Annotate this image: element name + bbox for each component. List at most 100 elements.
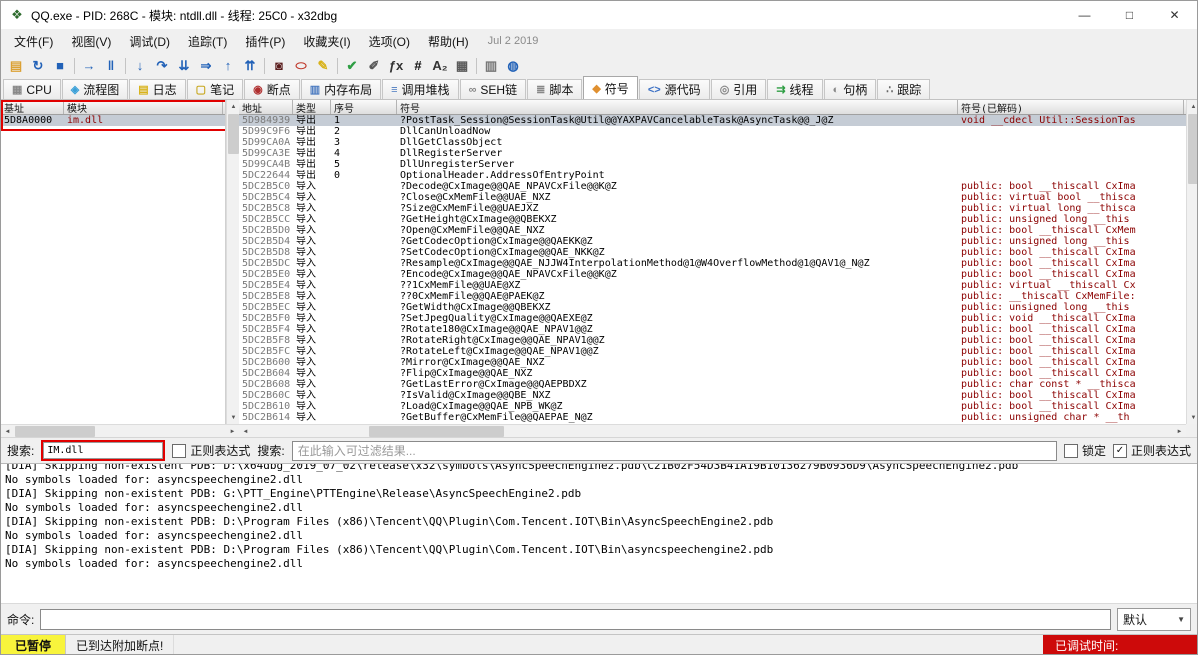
tab-graph[interactable]: ◈流程图 — [62, 79, 128, 99]
symbol-row[interactable]: 5DC2B5E4导入??1CxMemFile@@UAE@XZpublic: vi… — [239, 280, 1186, 291]
tab-script[interactable]: ≣脚本 — [527, 79, 582, 99]
symbol-row[interactable]: 5DC2B604导入?Flip@CxImage@@QAE_NXZpublic: … — [239, 368, 1186, 379]
pencil-icon[interactable]: ✐ — [363, 56, 385, 76]
column-header-type[interactable]: 类型 — [293, 100, 331, 114]
step-into-icon[interactable]: ↓ — [129, 56, 151, 76]
symbol-row[interactable]: 5DC2B5EC导入?GetWidth@CxImage@@QBEKXZpubli… — [239, 302, 1186, 313]
tab-handles[interactable]: ◐句柄 — [824, 79, 877, 99]
scrollbar-thumb[interactable] — [228, 114, 239, 154]
scylla-icon[interactable]: ◙ — [268, 56, 290, 76]
symbol-row[interactable]: 5D99CA0A导出3DllGetClassObject — [239, 137, 1186, 148]
symbol-row[interactable]: 5DC2B600导入?Mirror@CxImage@@QAE_NXZpublic… — [239, 357, 1186, 368]
symbol-row[interactable]: 5DC2B5C8导入?Size@CxMemFile@@UAEJXZpublic:… — [239, 203, 1186, 214]
maximize-button[interactable]: □ — [1107, 1, 1152, 29]
scroll-up-icon[interactable]: ▲ — [1187, 100, 1198, 113]
symbol-row[interactable]: 5DC2B5E0导入?Encode@CxImage@@QAE_NPAVCxFil… — [239, 269, 1186, 280]
minimize-button[interactable]: — — [1062, 1, 1107, 29]
symbol-vertical-scrollbar[interactable]: ▲ ▼ — [1186, 100, 1198, 424]
scrollbar-thumb[interactable] — [1188, 114, 1198, 184]
run-to-user-code-icon[interactable]: ⇈ — [239, 56, 261, 76]
menu-item-help[interactable]: 帮助(H) — [419, 30, 478, 53]
run-icon[interactable]: → — [78, 56, 100, 76]
symbol-row[interactable]: 5DC2B5F0导入?SetJpegQuality@CxImage@@QAEXE… — [239, 313, 1186, 324]
column-header-module[interactable]: 模块 — [64, 100, 223, 114]
symbol-row[interactable]: 5D984939导出1?PostTask_Session@SessionTask… — [239, 115, 1186, 126]
menu-item-view[interactable]: 视图(V) — [62, 30, 120, 53]
tab-call-stack[interactable]: ≡调用堆栈 — [382, 79, 458, 99]
tab-trace[interactable]: ∴跟踪 — [877, 79, 930, 99]
close-button[interactable]: ✕ — [1152, 1, 1197, 29]
symbol-row[interactable]: 5DC2B5FC导入?RotateLeft@CxImage@@QAE_NPAV1… — [239, 346, 1186, 357]
tab-breakpoints[interactable]: ◉断点 — [244, 79, 300, 99]
symbol-row[interactable]: 5DC2B5F4导入?Rotate180@CxImage@@QAE_NPAV1@… — [239, 324, 1186, 335]
tab-cpu[interactable]: ▦CPU — [3, 79, 61, 99]
column-header-sym[interactable]: 符号 — [397, 100, 958, 114]
symbol-horizontal-scrollbar[interactable]: ◄ ► — [239, 424, 1186, 437]
stop-icon[interactable]: ■ — [49, 56, 71, 76]
menu-item-favourites[interactable]: 收藏夹(I) — [294, 30, 359, 53]
symbol-row[interactable]: 5DC2B5CC导入?GetHeight@CxImage@@QBEKXZpubl… — [239, 214, 1186, 225]
animate-into-icon[interactable]: ⇊ — [173, 56, 195, 76]
tab-threads[interactable]: ⇉线程 — [767, 79, 822, 99]
memory-grid-icon[interactable]: ▥ — [480, 56, 502, 76]
symbol-row[interactable]: 5DC2B5D0导入?Open@CxMemFile@@QAE_NXZpublic… — [239, 225, 1186, 236]
symbol-row[interactable]: 5D99CA3E导出4DllRegisterServer — [239, 148, 1186, 159]
symbol-row[interactable]: 5DC2B5C4导入?Close@CxMemFile@@UAE_NXZpubli… — [239, 192, 1186, 203]
column-header-addr[interactable]: 地址 — [239, 100, 293, 114]
lock-checkbox[interactable] — [1064, 444, 1078, 458]
scrollbar-thumb[interactable] — [369, 426, 504, 437]
tab-source[interactable]: <>源代码 — [639, 79, 710, 99]
pause-icon[interactable]: ‖ — [100, 56, 122, 76]
tab-memory-map[interactable]: ▥内存布局 — [301, 79, 381, 99]
animate-over-icon[interactable]: ⇒ — [195, 56, 217, 76]
functions-fx-icon[interactable]: ƒx — [385, 56, 407, 76]
menu-item-plugins[interactable]: 插件(P) — [236, 30, 294, 53]
scroll-down-icon[interactable]: ▼ — [1187, 411, 1198, 424]
module-horizontal-scrollbar[interactable]: ◄ ► — [1, 424, 239, 437]
symbol-filter-input[interactable] — [292, 441, 1057, 461]
menu-item-debug[interactable]: 调试(D) — [120, 30, 179, 53]
column-header-dec[interactable]: 符号(已解码) — [958, 100, 1184, 114]
check-document-icon[interactable]: ✔ — [341, 56, 363, 76]
regex-checkbox-filter[interactable] — [1113, 444, 1127, 458]
column-header-base[interactable]: 基址 — [1, 100, 64, 114]
symbol-row[interactable]: 5DC2B5E8导入??0CxMemFile@@QAE@PAEK@Zpublic… — [239, 291, 1186, 302]
module-search-input[interactable] — [43, 442, 163, 459]
symbol-row[interactable]: 5D99C9F6导出2DllCanUnloadNow — [239, 126, 1186, 137]
tab-symbols[interactable]: ◆符号 — [583, 76, 637, 99]
globe-icon[interactable]: ◍ — [502, 56, 524, 76]
symbol-row[interactable]: 5DC2B5D8导入?SetCodecOption@CxImage@@QAE_N… — [239, 247, 1186, 258]
restart-icon[interactable]: ↻ — [27, 56, 49, 76]
tab-notes[interactable]: ▢笔记 — [187, 79, 243, 99]
menu-item-file[interactable]: 文件(F) — [5, 30, 62, 53]
menu-item-trace[interactable]: 追踪(T) — [179, 30, 236, 53]
calculator-icon[interactable]: ▦ — [451, 56, 473, 76]
menu-item-options[interactable]: 选项(O) — [360, 30, 419, 53]
font-size-icon[interactable]: A₂ — [429, 56, 451, 76]
symbol-row[interactable]: 5DC2B60C导入?IsValid@CxImage@@QBE_NXZpubli… — [239, 390, 1186, 401]
scrollbar-thumb[interactable] — [15, 426, 95, 437]
column-header-ord[interactable]: 序号 — [331, 100, 397, 114]
symbol-row[interactable]: 5DC2B5F8导入?RotateRight@CxImage@@QAE_NPAV… — [239, 335, 1186, 346]
run-to-return-icon[interactable]: ↑ — [217, 56, 239, 76]
command-mode-dropdown[interactable]: 默认 ▼ — [1117, 608, 1191, 631]
symbol-row[interactable]: 5DC22644导出0OptionalHeader.AddressOfEntry… — [239, 170, 1186, 181]
tab-seh[interactable]: ∞SEH链 — [460, 79, 527, 99]
symbol-row[interactable]: 5DC2B5D4导入?GetCodecOption@CxImage@@QAEKK… — [239, 236, 1186, 247]
symbol-row[interactable]: 5DC2B608导入?GetLastError@CxImage@@QAEPBDX… — [239, 379, 1186, 390]
symbol-row[interactable]: 5D99CA4B导出5DllUnregisterServer — [239, 159, 1186, 170]
module-row[interactable]: 5D8A0000im.dll — [1, 115, 225, 126]
command-input[interactable] — [40, 609, 1111, 630]
hash-icon[interactable]: # — [407, 56, 429, 76]
symbol-row[interactable]: 5DC2B5C0导入?Decode@CxImage@@QAE_NPAVCxFil… — [239, 181, 1186, 192]
symbol-row[interactable]: 5DC2B614导入?GetBuffer@CxMemFile@@QAEPAE_N… — [239, 412, 1186, 423]
symbol-row[interactable]: 5DC2B610导入?Load@CxImage@@QAE_NPB_WK@Zpub… — [239, 401, 1186, 412]
patches-pill-icon[interactable]: ⬭ — [290, 56, 312, 76]
tab-log[interactable]: ▤日志 — [129, 79, 185, 99]
step-over-icon[interactable]: ↷ — [151, 56, 173, 76]
symbol-row[interactable]: 5DC2B5DC导入?Resample@CxImage@@QAE_NJJW4In… — [239, 258, 1186, 269]
highlighter-icon[interactable]: ✎ — [312, 56, 334, 76]
regex-checkbox-modules[interactable] — [172, 444, 186, 458]
tab-references[interactable]: ◎引用 — [711, 79, 767, 99]
open-folder-icon[interactable]: ▤ — [5, 56, 27, 76]
